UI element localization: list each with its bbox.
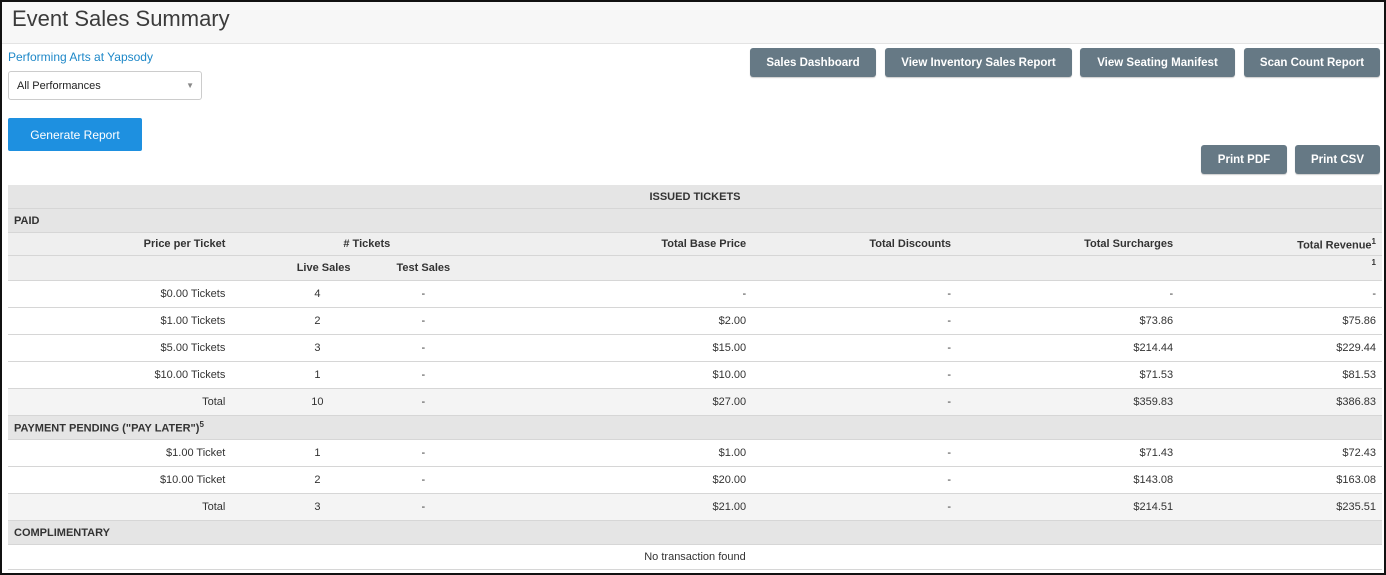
table-row: $5.00 Tickets 3 - $15.00 - $214.44 $229.… [8, 334, 1382, 362]
sales-dashboard-button[interactable]: Sales Dashboard [750, 48, 876, 77]
col-tickets: # Tickets [231, 232, 498, 256]
app-frame: Event Sales Summary Performing Arts at Y… [0, 0, 1386, 575]
table-row: $0.00 Tickets 4 - - - - - [8, 280, 1382, 308]
paid-rows: $0.00 Tickets 4 - - - - - $1.00 Tickets … [8, 280, 1382, 416]
section-label-pending: PAYMENT PENDING ("PAY LATER")5 [8, 415, 1382, 440]
subheader-footnote: 1 [1371, 258, 1376, 267]
chevron-down-icon: ▼ [186, 81, 194, 90]
pending-footnote: 5 [199, 420, 204, 430]
subheader-footnote-cell: 1 [1179, 255, 1382, 281]
subheader-row: Live Sales Test Sales 1 [8, 255, 1382, 281]
empty-state-message: No transaction found [8, 544, 1382, 570]
scan-count-button[interactable]: Scan Count Report [1244, 48, 1380, 77]
col-surcharges: Total Surcharges [957, 232, 1180, 256]
print-csv-button[interactable]: Print CSV [1295, 145, 1380, 174]
section-label-complimentary: COMPLIMENTARY [8, 520, 1382, 545]
table-row: $10.00 Ticket 2 - $20.00 - $143.08 $163.… [8, 466, 1382, 494]
col-revenue-cell: Total Revenue1 [1179, 232, 1382, 256]
col-discounts: Total Discounts [752, 232, 958, 256]
table-row: $10.00 Tickets 1 - $10.00 - $71.53 $81.5… [8, 361, 1382, 389]
column-header-row: Price per Ticket # Tickets Total Base Pr… [8, 232, 1382, 256]
seating-manifest-button[interactable]: View Seating Manifest [1080, 48, 1235, 77]
col-test-sales: Test Sales [360, 255, 498, 281]
page-header: Event Sales Summary [2, 2, 1384, 44]
total-row: Total 10 - $27.00 - $359.83 $386.83 [8, 388, 1382, 416]
table-title: ISSUED TICKETS [8, 185, 1382, 209]
section-label-paid: PAID [8, 208, 1382, 233]
total-row: Total 3 - $21.00 - $214.51 $235.51 [8, 493, 1382, 521]
performance-select[interactable]: All Performances ▼ [8, 71, 202, 100]
col-base: Total Base Price [497, 232, 753, 256]
page-title: Event Sales Summary [12, 6, 230, 31]
table-row: $1.00 Ticket 1 - $1.00 - $71.43 $72.43 [8, 439, 1382, 467]
inventory-report-button[interactable]: View Inventory Sales Report [885, 48, 1072, 77]
performance-select-value: All Performances [17, 80, 101, 92]
issued-tickets-table: ISSUED TICKETS PAID Price per Ticket # T… [8, 185, 1382, 570]
pending-rows: $1.00 Ticket 1 - $1.00 - $71.43 $72.43 $… [8, 439, 1382, 521]
col-revenue: Total Revenue [1297, 239, 1372, 252]
revenue-footnote: 1 [1371, 236, 1376, 246]
generate-report-button[interactable]: Generate Report [8, 118, 142, 151]
print-pdf-button[interactable]: Print PDF [1201, 145, 1287, 174]
table-row: $1.00 Tickets 2 - $2.00 - $73.86 $75.86 [8, 307, 1382, 335]
col-price: Price per Ticket [8, 232, 232, 256]
col-live-sales: Live Sales [231, 255, 361, 281]
organization-link[interactable]: Performing Arts at Yapsody [8, 50, 153, 64]
